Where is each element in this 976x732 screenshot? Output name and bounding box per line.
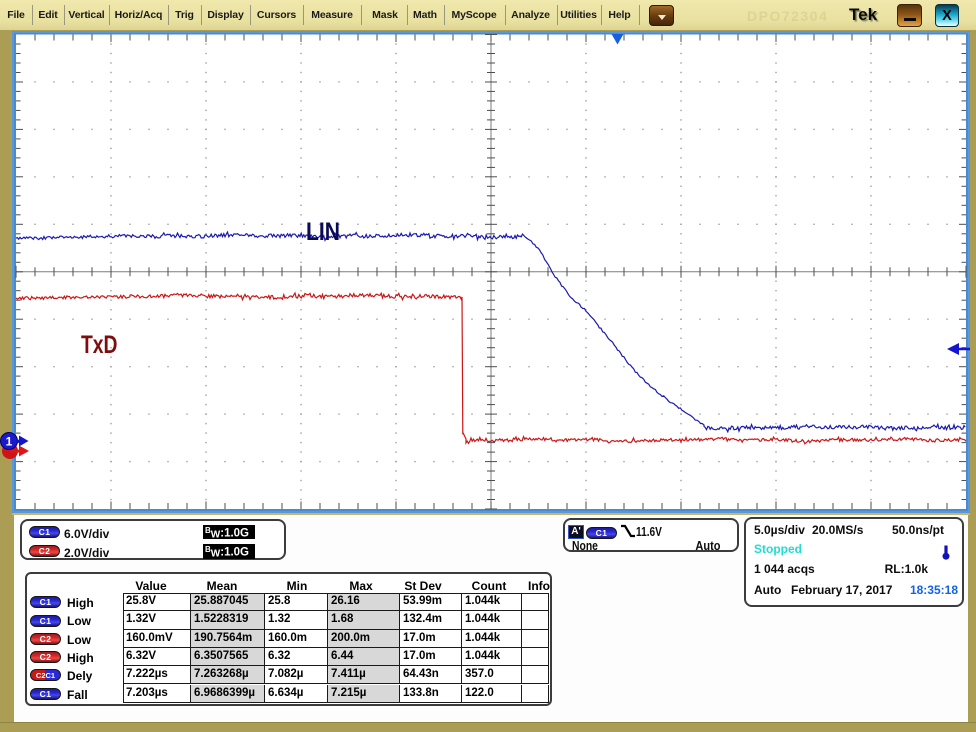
svg-text:LIN: LIN bbox=[306, 218, 340, 246]
svg-text:TxD: TxD bbox=[81, 331, 118, 359]
svg-text:1: 1 bbox=[6, 435, 13, 449]
